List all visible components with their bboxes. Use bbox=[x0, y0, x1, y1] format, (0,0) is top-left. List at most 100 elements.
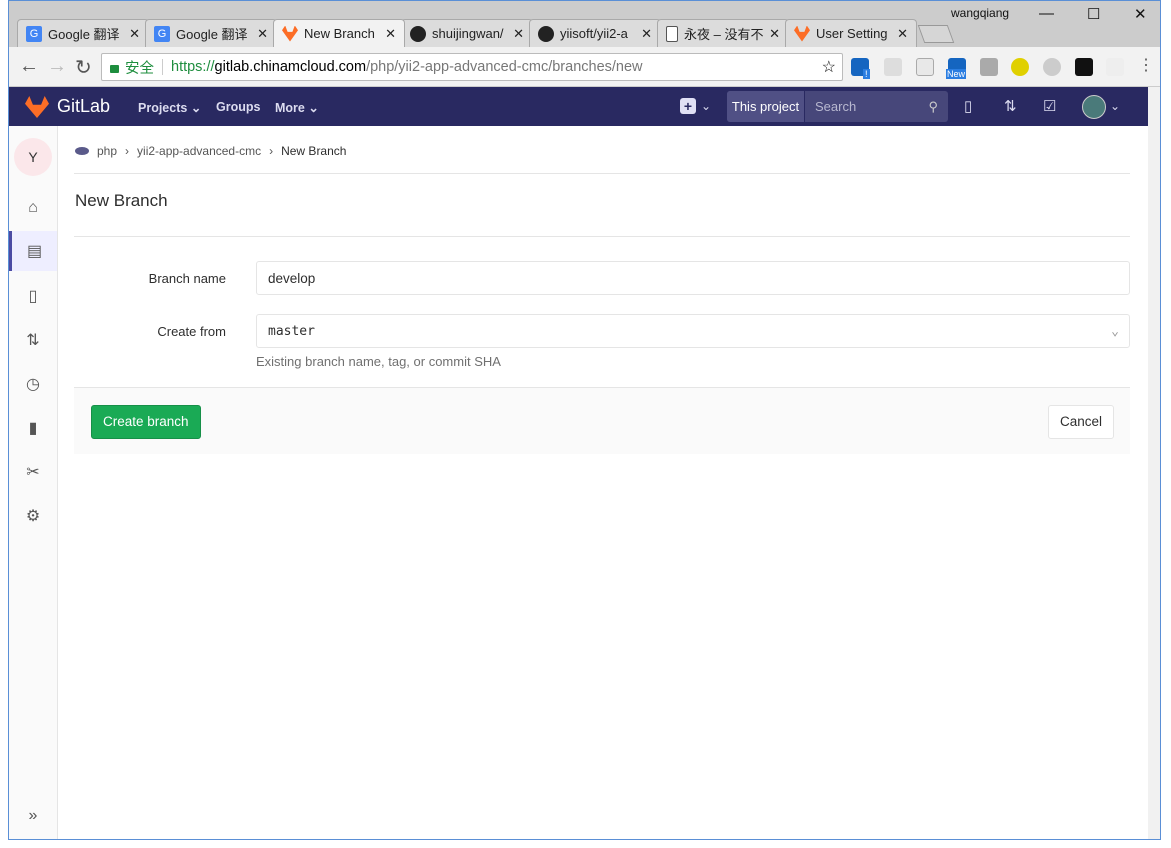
main-content: php › yii2-app-advanced-cmc › New Branch N… bbox=[58, 126, 1148, 839]
extension-badge: New bbox=[946, 69, 967, 79]
collapse-sidebar-icon[interactable]: » bbox=[9, 796, 57, 836]
settings-gear-icon[interactable]: ⚙ bbox=[9, 496, 57, 536]
search-scope-badge[interactable]: This project bbox=[727, 91, 805, 122]
issues-icon[interactable]: ▯ bbox=[964, 97, 972, 115]
todos-icon[interactable]: ☑ bbox=[1043, 97, 1056, 115]
back-icon[interactable]: ← bbox=[19, 55, 39, 78]
merge-requests-icon[interactable]: ⇅ bbox=[1004, 97, 1017, 115]
chevron-down-icon[interactable]: ⌄ bbox=[1110, 99, 1120, 113]
extension-icon[interactable] bbox=[884, 58, 902, 76]
extension-icon[interactable] bbox=[1075, 58, 1093, 76]
tab-user-settings[interactable]: User Setting ✕ bbox=[785, 19, 917, 47]
tab-new-branch[interactable]: New Branch ✕ bbox=[273, 19, 405, 47]
snippets-icon[interactable]: ✂ bbox=[9, 452, 57, 492]
close-icon[interactable]: ✕ bbox=[129, 26, 140, 42]
tab-label: User Setting bbox=[816, 26, 888, 41]
tab-yongye[interactable]: 永夜 – 没有不 ✕ bbox=[657, 19, 789, 47]
page-icon bbox=[666, 25, 678, 42]
new-plus-icon[interactable]: + bbox=[680, 98, 696, 114]
divider bbox=[74, 173, 1130, 174]
extension-icon[interactable] bbox=[1011, 58, 1029, 76]
minimize-icon[interactable]: — bbox=[1039, 5, 1054, 22]
gitlab-navbar: GitLab Projects ⌄ Groups More ⌄ + ⌄ This… bbox=[9, 87, 1148, 126]
maximize-icon[interactable]: ☐ bbox=[1087, 5, 1100, 23]
new-tab-button[interactable] bbox=[917, 25, 955, 43]
wiki-icon[interactable]: ▮ bbox=[9, 408, 57, 448]
extension-icon[interactable] bbox=[1106, 58, 1124, 76]
close-window-icon[interactable]: ✕ bbox=[1134, 5, 1147, 23]
extension-icon[interactable] bbox=[916, 58, 934, 76]
profile-name[interactable]: wangqiang bbox=[951, 6, 1009, 20]
reload-icon[interactable]: ↻ bbox=[75, 55, 92, 80]
breadcrumb-current[interactable]: New Branch bbox=[281, 144, 346, 158]
google-translate-icon: G bbox=[26, 25, 42, 42]
cancel-button[interactable]: Cancel bbox=[1047, 405, 1114, 439]
more-menu[interactable]: More ⌄ bbox=[275, 100, 319, 115]
tab-label: shuijingwan/ bbox=[432, 26, 504, 41]
breadcrumb-group[interactable]: php bbox=[97, 144, 117, 158]
groups-link[interactable]: Groups bbox=[216, 100, 260, 114]
close-icon[interactable]: ✕ bbox=[385, 26, 396, 42]
extension-icon[interactable] bbox=[980, 58, 998, 76]
extension-icon[interactable]: ! bbox=[851, 58, 870, 79]
branch-name-input[interactable]: develop bbox=[256, 261, 1130, 295]
home-icon[interactable]: ⌂ bbox=[9, 188, 57, 228]
gitlab-logo-icon[interactable] bbox=[25, 96, 49, 118]
url-host: gitlab.chinamcloud.com bbox=[214, 59, 367, 75]
pipelines-icon[interactable]: ◷ bbox=[9, 364, 57, 404]
form-actions: Create branch Cancel bbox=[74, 387, 1130, 454]
scrollbar[interactable] bbox=[1148, 87, 1160, 839]
user-avatar[interactable] bbox=[1082, 95, 1106, 119]
address-bar-row: ← → ↻ 安全 https://gitlab.chinamcloud.com /… bbox=[9, 47, 1160, 87]
chevron-right-icon: › bbox=[269, 144, 274, 158]
issues-icon[interactable]: ▯ bbox=[9, 276, 57, 316]
create-from-help: Existing branch name, tag, or commit SHA bbox=[256, 354, 501, 369]
forward-icon[interactable]: → bbox=[47, 55, 67, 78]
gitlab-brand[interactable]: GitLab bbox=[57, 96, 110, 117]
close-icon[interactable]: ✕ bbox=[513, 26, 524, 42]
tab-google-translate-1[interactable]: G Google 翻译 ✕ bbox=[17, 19, 149, 47]
close-icon[interactable]: ✕ bbox=[641, 26, 652, 42]
repository-icon[interactable]: ▤ bbox=[9, 231, 57, 271]
create-from-select[interactable]: master ⌄ bbox=[256, 314, 1130, 348]
google-translate-icon: G bbox=[154, 25, 170, 42]
project-sidebar: Y ⌂ ▤ ▯ ⇅ ◷ ▮ ✂ ⚙ » bbox=[9, 126, 58, 839]
tab-strip: G Google 翻译 ✕ G Google 翻译 ✕ New Branch ✕ shui… bbox=[17, 19, 955, 47]
search-box[interactable]: This project Search ⚲ bbox=[727, 91, 948, 122]
create-branch-button[interactable]: Create branch bbox=[91, 405, 201, 439]
desktop-background bbox=[0, 0, 8, 848]
search-icon[interactable]: ⚲ bbox=[928, 91, 948, 122]
breadcrumb-project[interactable]: yii2-app-advanced-cmc bbox=[137, 144, 261, 158]
projects-menu[interactable]: Projects ⌄ bbox=[138, 100, 201, 115]
url-input[interactable]: 安全 https://gitlab.chinamcloud.com/php/yi… bbox=[101, 53, 843, 81]
search-input[interactable]: Search bbox=[805, 91, 928, 122]
url-scheme: https:// bbox=[171, 59, 215, 75]
title-bar: G Google 翻译 ✕ G Google 翻译 ✕ New Branch ✕ shui… bbox=[9, 1, 1160, 47]
merge-requests-icon[interactable]: ⇅ bbox=[9, 320, 57, 360]
secure-label: 安全 bbox=[125, 60, 154, 77]
gitlab-icon bbox=[794, 25, 810, 42]
bookmark-star-icon[interactable]: ☆ bbox=[822, 57, 836, 77]
project-avatar[interactable]: Y bbox=[14, 138, 52, 176]
close-icon[interactable]: ✕ bbox=[897, 26, 908, 42]
chevron-down-icon[interactable]: ⌄ bbox=[701, 99, 711, 113]
divider bbox=[74, 236, 1130, 237]
tab-label: Google 翻译 bbox=[176, 27, 248, 42]
menu-icon[interactable]: ⋮ bbox=[1138, 55, 1154, 75]
extension-icon[interactable] bbox=[1043, 58, 1061, 76]
tab-google-translate-2[interactable]: G Google 翻译 ✕ bbox=[145, 19, 277, 47]
github-icon bbox=[410, 25, 426, 42]
group-avatar-icon bbox=[75, 147, 89, 155]
tab-github-yiisoft[interactable]: yiisoft/yii2-a ✕ bbox=[529, 19, 661, 47]
close-icon[interactable]: ✕ bbox=[257, 26, 268, 42]
close-icon[interactable]: ✕ bbox=[769, 26, 780, 42]
tab-label: Google 翻译 bbox=[48, 27, 120, 42]
extension-icon[interactable]: New bbox=[946, 58, 967, 79]
tab-github-shuijingwan[interactable]: shuijingwan/ ✕ bbox=[401, 19, 533, 47]
tab-label: 永夜 – 没有不 bbox=[684, 27, 764, 42]
browser-window: G Google 翻译 ✕ G Google 翻译 ✕ New Branch ✕ shui… bbox=[8, 0, 1161, 840]
url-path: /php/yii2-app-advanced-cmc/branches/new bbox=[366, 59, 643, 75]
page-title: New Branch bbox=[75, 191, 168, 210]
gitlab-icon bbox=[282, 25, 298, 42]
create-from-label: Create from bbox=[157, 324, 226, 339]
